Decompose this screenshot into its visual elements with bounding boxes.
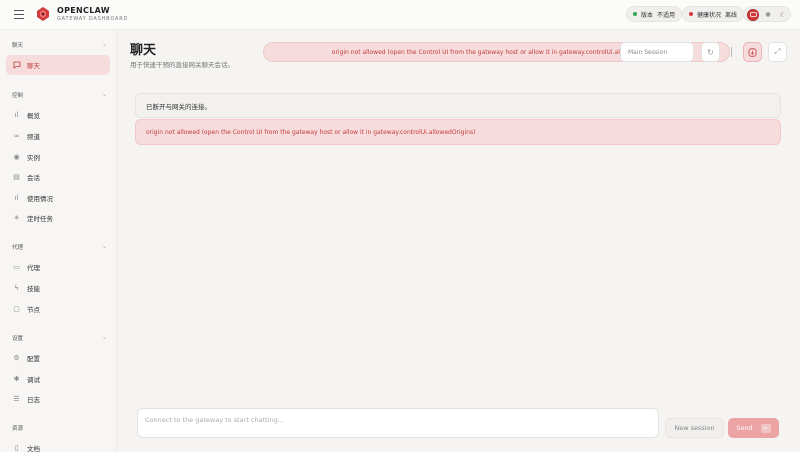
section-header-settings[interactable]: 设置 ⌄ — [12, 334, 107, 342]
sidebar-item-usage[interactable]: ıl 使用情况 — [6, 188, 110, 208]
page-subtitle: 用于快速干预的直接网关聊天会话。 — [130, 61, 234, 69]
sidebar-item-skills[interactable]: ϟ 技能 — [6, 278, 110, 298]
divider — [731, 47, 732, 57]
sidebar-item-docs[interactable]: ▯ 文档 — [6, 438, 110, 452]
sidebar-item-config[interactable]: ⚙ 配置 — [6, 348, 110, 368]
radio-icon: ◉ — [13, 153, 20, 161]
section-header-chat[interactable]: 聊天 ⌄ — [12, 41, 107, 49]
expand-icon[interactable]: ⤢ — [768, 42, 787, 62]
top-bar: OPENCLAW GATEWAY DASHBOARD 版本 不适用 健康状况 离… — [0, 0, 800, 30]
theme-toggle: ✺ ☾ — [743, 6, 791, 22]
status-dot-icon — [633, 12, 637, 16]
status-dot-icon — [689, 12, 693, 16]
focus-toggle-icon[interactable] — [743, 42, 762, 62]
zap-icon: ϟ — [14, 284, 19, 292]
menu-icon[interactable] — [14, 10, 24, 19]
sun-icon[interactable]: ✺ — [762, 9, 774, 21]
message-square-icon — [12, 61, 21, 70]
sidebar-item-nodes[interactable]: ▢ 节点 — [6, 299, 110, 319]
file-text-icon: ▤ — [13, 173, 20, 181]
logo-icon — [37, 7, 49, 21]
send-button[interactable]: Send ↵ — [728, 418, 779, 438]
brand-subtitle: GATEWAY DASHBOARD — [57, 16, 129, 22]
sidebar-item-channels[interactable]: ∞ 频道 — [6, 126, 110, 146]
sidebar-item-cron[interactable]: ✳ 定时任务 — [6, 208, 110, 228]
health-badge: 健康状况 离线 — [682, 6, 745, 22]
session-select[interactable]: Main Session — [620, 42, 694, 62]
bug-icon: ✱ — [13, 375, 20, 383]
bar-chart-icon: ıl — [14, 111, 19, 119]
link-icon: ∞ — [13, 132, 20, 140]
sidebar-item-instances[interactable]: ◉ 实例 — [6, 147, 110, 167]
sidebar-item-chat[interactable]: 聊天 — [6, 55, 110, 75]
sidebar-item-sessions[interactable]: ▤ 会话 — [6, 167, 110, 187]
brand-title: OPENCLAW — [57, 6, 110, 15]
chevron-up-icon: ⌄ — [101, 243, 107, 250]
enter-key-icon: ↵ — [760, 423, 771, 433]
main-content: 聊天 用于快速干预的直接网关聊天会话。 origin not allowed (… — [117, 30, 800, 452]
bar-chart-icon: ıl — [14, 194, 19, 202]
sidebar-item-overview[interactable]: ıl 概览 — [6, 105, 110, 125]
section-header-resources[interactable]: 资源 — [12, 424, 107, 432]
section-header-agent[interactable]: 代理 ⌄ — [12, 243, 107, 251]
send-label: Send — [736, 424, 753, 432]
version-badge: 版本 不适用 — [626, 6, 683, 22]
logs-icon: ☰ — [13, 395, 20, 403]
folder-icon: ▭ — [13, 263, 20, 271]
chevron-up-icon: ⌄ — [101, 334, 107, 341]
new-session-button[interactable]: New session — [665, 418, 724, 438]
section-header-control[interactable]: 控制 ⌄ — [12, 91, 107, 99]
monitor-icon: ▢ — [13, 305, 20, 313]
refresh-icon[interactable]: ↻ — [701, 42, 720, 62]
error-callout: origin not allowed (open the Control UI … — [135, 119, 781, 145]
version-value: 不适用 — [657, 11, 676, 19]
chevron-up-icon: ⌄ — [101, 91, 107, 98]
gear-icon: ⚙ — [13, 354, 20, 362]
health-label: 健康状况 — [697, 11, 722, 19]
loader-icon: ✳ — [13, 214, 20, 222]
sidebar-item-debug[interactable]: ✱ 调试 — [6, 369, 110, 389]
health-value: 离线 — [725, 11, 738, 19]
page-title: 聊天 — [130, 43, 157, 58]
chevron-up-icon: ⌄ — [101, 41, 107, 48]
sidebar-item-agents[interactable]: ▭ 代理 — [6, 257, 110, 277]
disconnected-notice: 已断开与网关的连接。 — [135, 93, 781, 118]
moon-icon[interactable]: ☾ — [777, 9, 789, 21]
sidebar: 聊天 ⌄ 聊天 控制 ⌄ ıl 概览 ∞ 频道 ◉ 实例 ▤ 会话 ıl 使用情况 ✳ 定时任务… — [0, 30, 117, 452]
book-icon: ▯ — [14, 444, 19, 452]
chat-input[interactable]: Connect to the gateway to start chatting… — [137, 408, 659, 438]
version-label: 版本 — [641, 11, 654, 19]
sidebar-item-logs[interactable]: ☰ 日志 — [6, 389, 110, 409]
monitor-theme-icon[interactable] — [747, 9, 759, 21]
